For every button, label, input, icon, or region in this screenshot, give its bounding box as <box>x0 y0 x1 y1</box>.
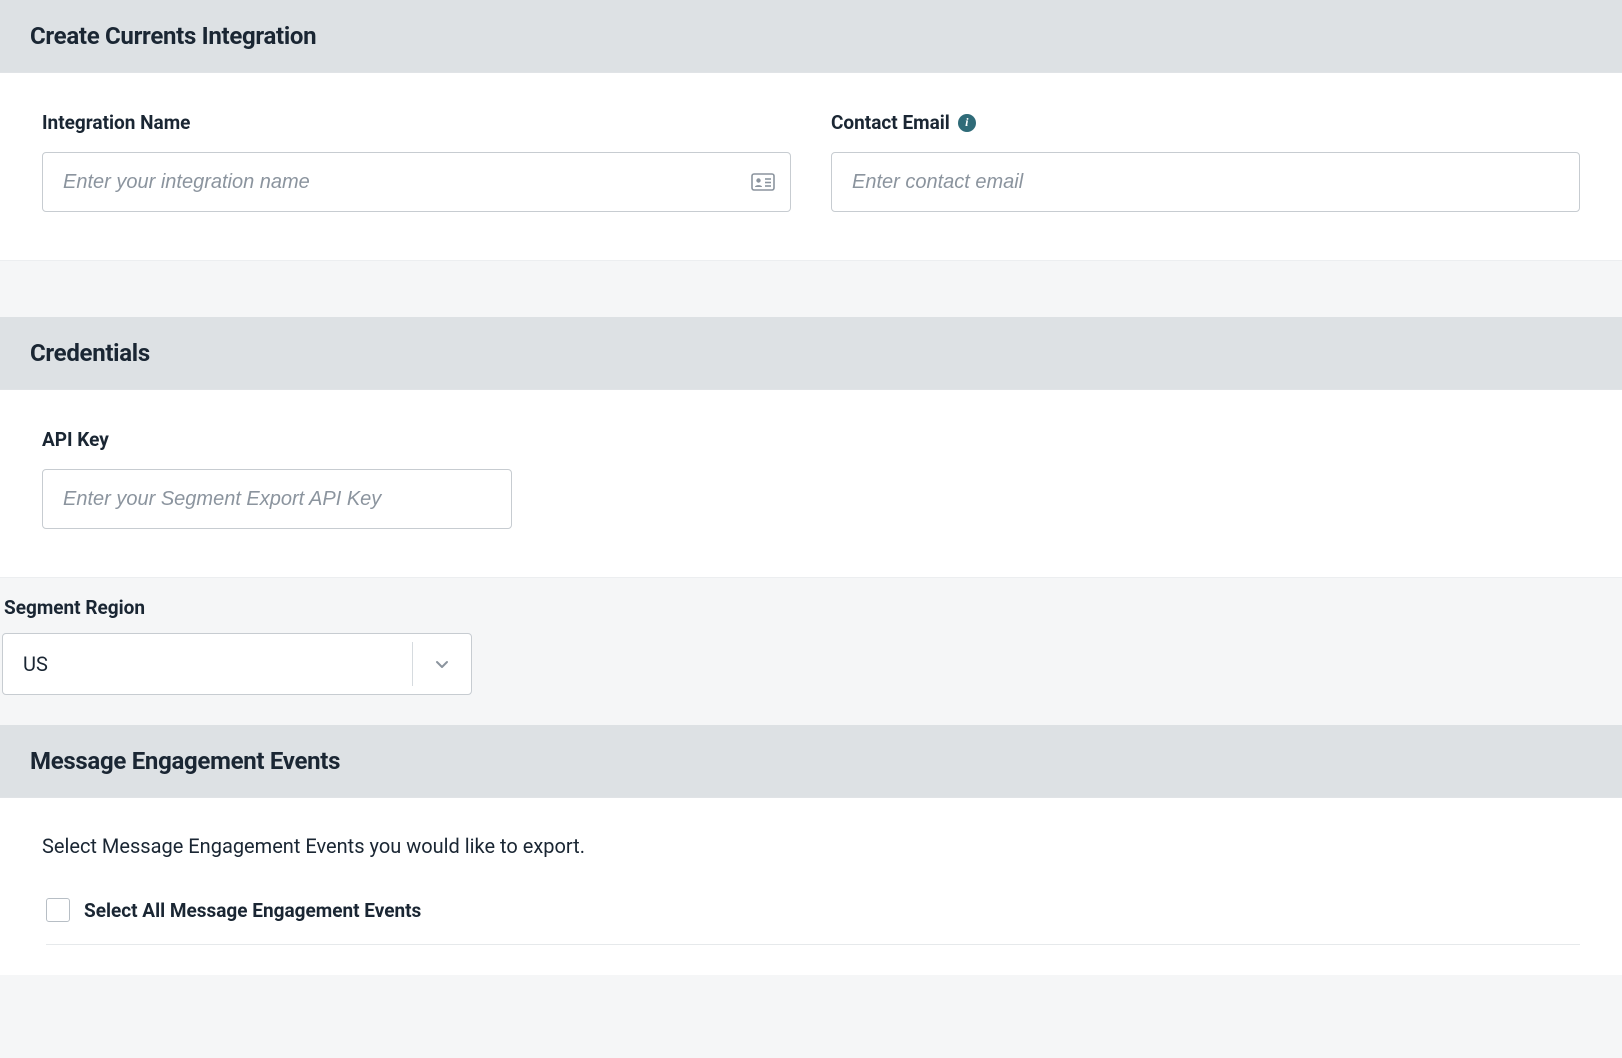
credentials-title: Credentials <box>30 339 1592 367</box>
contact-email-input[interactable] <box>831 152 1580 212</box>
select-all-events-label: Select All Message Engagement Events <box>84 899 421 922</box>
credentials-body: API Key <box>0 390 1622 578</box>
events-title: Message Engagement Events <box>30 747 1592 775</box>
select-all-events-checkbox[interactable] <box>46 898 70 922</box>
segment-region-block: Segment Region US <box>0 578 1622 725</box>
create-integration-header: Create Currents Integration <box>0 0 1622 73</box>
contact-email-field-group: Contact Email i <box>831 111 1580 212</box>
integration-name-label: Integration Name <box>42 111 791 134</box>
segment-region-label: Segment Region <box>4 596 1622 619</box>
create-integration-body: Integration Name Contact Email <box>0 73 1622 261</box>
events-instruction: Select Message Engagement Events you wou… <box>42 834 1580 858</box>
api-key-label: API Key <box>42 428 512 451</box>
events-header: Message Engagement Events <box>0 725 1622 798</box>
contact-email-label: Contact Email i <box>831 111 1580 134</box>
integration-name-field-group: Integration Name <box>42 111 791 212</box>
id-card-icon <box>751 173 775 191</box>
contact-email-label-text: Contact Email <box>831 111 950 134</box>
api-key-input[interactable] <box>42 469 512 529</box>
chevron-down-icon <box>433 655 451 673</box>
info-icon[interactable]: i <box>958 114 976 132</box>
select-all-events-row: Select All Message Engagement Events <box>46 898 1580 945</box>
credentials-header: Credentials <box>0 317 1622 390</box>
section-gap <box>0 261 1622 317</box>
segment-region-select[interactable]: US <box>2 633 472 695</box>
select-divider <box>412 642 413 686</box>
events-body: Select Message Engagement Events you wou… <box>0 798 1622 975</box>
integration-name-input[interactable] <box>42 152 791 212</box>
api-key-field-group: API Key <box>42 428 512 529</box>
create-integration-title: Create Currents Integration <box>30 22 1592 50</box>
segment-region-value: US <box>23 652 48 676</box>
